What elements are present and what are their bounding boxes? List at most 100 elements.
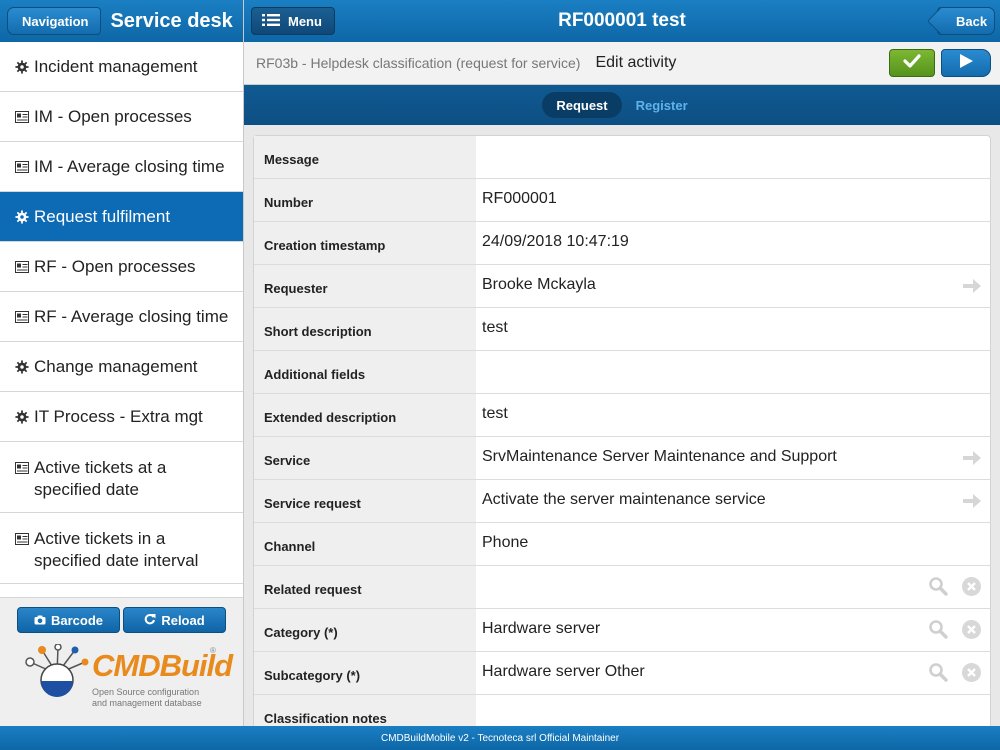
form-row-related-request: Related request xyxy=(254,566,990,609)
form-row-additional-fields: Additional fields xyxy=(254,351,990,394)
classification-notes-field[interactable] xyxy=(476,695,990,726)
advance-button[interactable] xyxy=(941,49,991,77)
barcode-button-label: Barcode xyxy=(50,612,104,628)
service-field[interactable]: SrvMaintenance Server Maintenance and Su… xyxy=(476,437,990,479)
additional-fields-field[interactable] xyxy=(476,351,990,393)
gear-icon xyxy=(14,209,29,224)
form-row-requester: Requester Brooke Mckayla xyxy=(254,265,990,308)
sidebar-item-active-tickets-date[interactable]: Active tickets at a specified date xyxy=(0,442,243,513)
number-field[interactable]: RF000001 xyxy=(476,179,990,221)
back-button-label: Back xyxy=(956,13,988,29)
report-icon xyxy=(14,309,29,324)
extended-description-field[interactable]: test xyxy=(476,394,990,436)
sidebar-item-change-management[interactable]: Change management xyxy=(0,342,243,392)
tab-bar: Request Register xyxy=(244,85,1000,125)
sidebar-item-im-average-closing-time[interactable]: IM - Average closing time xyxy=(0,142,243,192)
channel-field[interactable]: Phone xyxy=(476,523,990,565)
clear-icon[interactable] xyxy=(961,619,982,640)
field-label: Number xyxy=(254,179,476,221)
field-label: Channel xyxy=(254,523,476,565)
sidebar: Navigation Service desk Incident managem… xyxy=(0,0,244,750)
footer: CMDBuildMobile v2 - Tecnoteca srl Offici… xyxy=(0,726,1000,750)
form-row-message: Message xyxy=(254,136,990,179)
sidebar-item-label: RF - Open processes xyxy=(34,256,196,276)
sidebar-item-incident-management[interactable]: Incident management xyxy=(0,42,243,92)
sidebar-item-active-tickets-interval[interactable]: Active tickets in a specified date inter… xyxy=(0,513,243,584)
sidebar-item-label: Active tickets in a specified date inter… xyxy=(34,529,199,570)
creation-timestamp-field[interactable]: 24/09/2018 10:47:19 xyxy=(476,222,990,264)
back-button[interactable]: Back xyxy=(937,7,995,35)
sidebar-item-label: Incident management xyxy=(34,56,198,76)
requester-field[interactable]: Brooke Mckayla xyxy=(476,265,990,307)
tab-register[interactable]: Register xyxy=(622,92,702,118)
arrow-right-icon[interactable] xyxy=(962,448,982,468)
report-icon xyxy=(14,460,29,475)
request-form: Message Number RF000001 Creation timesta… xyxy=(253,135,991,726)
sidebar-item-label: Request fulfilment xyxy=(34,206,171,226)
subcategory-field[interactable]: Hardware server Other xyxy=(476,652,990,694)
sidebar-menu: Incident management IM - Open processes … xyxy=(0,42,243,584)
sidebar-item-im-open-processes[interactable]: IM - Open processes xyxy=(0,92,243,142)
sidebar-item-label: Active tickets at a specified date xyxy=(34,458,167,499)
form-row-subcategory: Subcategory (*) Hardware server Other xyxy=(254,652,990,695)
sidebar-item-label: IT Process - Extra mgt xyxy=(34,406,203,426)
form-row-creation-timestamp: Creation timestamp 24/09/2018 10:47:19 xyxy=(254,222,990,265)
sidebar-item-label: IM - Average closing time xyxy=(34,156,225,176)
short-description-field[interactable]: test xyxy=(476,308,990,350)
top-bar: Menu RF000001 test Back xyxy=(244,0,1000,42)
field-label: Service request xyxy=(254,480,476,522)
report-icon xyxy=(14,259,29,274)
field-label: Classification notes xyxy=(254,695,476,726)
service-request-field[interactable]: Activate the server maintenance service xyxy=(476,480,990,522)
logo-tagline-line1: Open Source configuration xyxy=(92,687,200,697)
logo-graphic xyxy=(25,643,89,697)
search-icon[interactable] xyxy=(928,619,948,639)
field-label: Short description xyxy=(254,308,476,350)
field-value: Hardware server Other xyxy=(482,663,645,680)
sidebar-header: Navigation Service desk xyxy=(0,0,243,42)
activity-bar: RF03b - Helpdesk classification (request… xyxy=(244,42,1000,85)
form-container: Message Number RF000001 Creation timesta… xyxy=(244,125,1000,726)
report-icon xyxy=(14,159,29,174)
report-icon xyxy=(14,109,29,124)
report-icon xyxy=(14,531,29,546)
play-icon xyxy=(958,53,974,74)
category-field[interactable]: Hardware server xyxy=(476,609,990,651)
gear-icon xyxy=(14,409,29,424)
form-row-extended-description: Extended description test xyxy=(254,394,990,437)
camera-icon xyxy=(34,613,46,628)
search-icon[interactable] xyxy=(928,662,948,682)
barcode-button[interactable]: Barcode xyxy=(17,607,120,633)
field-value: Brooke Mckayla xyxy=(482,276,596,293)
navigation-button[interactable]: Navigation xyxy=(7,7,102,35)
reload-button[interactable]: Reload xyxy=(123,607,226,633)
field-label: Additional fields xyxy=(254,351,476,393)
sidebar-item-label: Change management xyxy=(34,356,198,376)
field-label: Related request xyxy=(254,566,476,608)
clear-icon[interactable] xyxy=(961,662,982,683)
page-title: RF000001 test xyxy=(558,10,686,31)
field-value: Hardware server xyxy=(482,620,601,637)
message-field[interactable] xyxy=(476,136,990,178)
sidebar-title: Service desk xyxy=(110,9,233,32)
gear-icon xyxy=(14,59,29,74)
field-label: Creation timestamp xyxy=(254,222,476,264)
search-icon[interactable] xyxy=(928,576,948,596)
sidebar-item-rf-open-processes[interactable]: RF - Open processes xyxy=(0,242,243,292)
sidebar-item-rf-average-closing-time[interactable]: RF - Average closing time xyxy=(0,292,243,342)
field-label: Subcategory (*) xyxy=(254,652,476,694)
activity-title: Edit activity xyxy=(595,54,677,71)
field-label: Message xyxy=(254,136,476,178)
sidebar-item-label: IM - Open processes xyxy=(34,106,192,126)
field-label: Extended description xyxy=(254,394,476,436)
arrow-right-icon[interactable] xyxy=(962,491,982,511)
sidebar-item-request-fulfilment[interactable]: Request fulfilment xyxy=(0,192,243,242)
related-request-field[interactable] xyxy=(476,566,990,608)
tab-request[interactable]: Request xyxy=(542,92,622,118)
sidebar-item-it-process-extra-mgt[interactable]: IT Process - Extra mgt xyxy=(0,392,243,442)
confirm-button[interactable] xyxy=(889,49,935,77)
sidebar-bottom-panel: Barcode Reload CMDBuild ® Open Source co… xyxy=(0,597,243,726)
arrow-right-icon[interactable] xyxy=(962,276,982,296)
clear-icon[interactable] xyxy=(961,576,982,597)
refresh-icon xyxy=(144,613,156,628)
